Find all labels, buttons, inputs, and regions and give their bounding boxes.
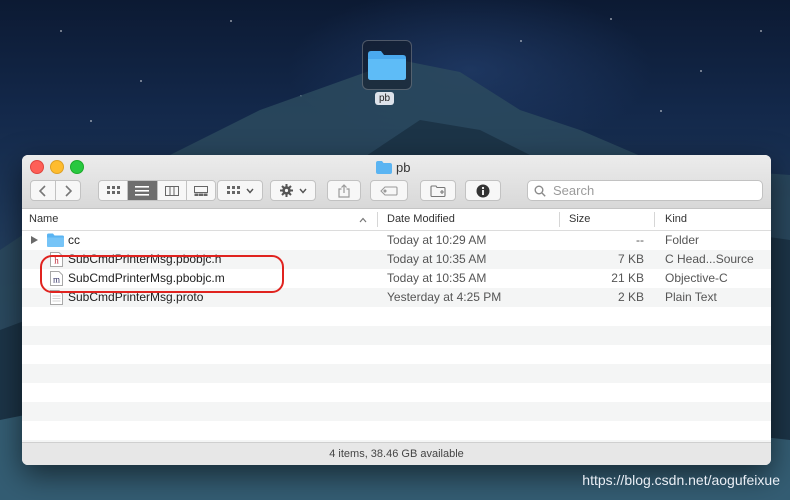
folder-icon	[362, 40, 412, 90]
new-folder-icon	[430, 184, 446, 197]
desktop-folder-pb[interactable]: pb	[361, 40, 413, 110]
grid-icon	[226, 186, 240, 194]
empty-row	[22, 421, 771, 440]
finder-window: pb Search Name Date Modified Size Kind c…	[22, 155, 771, 465]
file-kind: Folder	[665, 233, 700, 247]
new-folder-button[interactable]	[420, 180, 456, 201]
gallery-icon	[193, 185, 208, 196]
highlight-annotation	[40, 255, 284, 293]
folder-icon	[47, 233, 64, 247]
list-view-button[interactable]	[128, 181, 158, 200]
file-kind: Objective-C	[665, 271, 728, 285]
forward-button[interactable]	[55, 180, 81, 201]
column-header-date-modified[interactable]: Date Modified	[387, 209, 455, 230]
tag-button[interactable]	[370, 180, 408, 201]
empty-row	[22, 402, 771, 421]
empty-row	[22, 383, 771, 402]
titlebar: pb	[22, 155, 771, 209]
window-title-text: pb	[396, 159, 411, 175]
file-size: 2 KB	[617, 290, 644, 304]
chevron-up-icon	[359, 217, 367, 223]
column-view-button[interactable]	[157, 181, 187, 200]
file-row[interactable]: cc Today at 10:29 AM -- Folder	[22, 231, 771, 250]
get-info-button[interactable]	[465, 180, 501, 201]
empty-row	[22, 364, 771, 383]
column-header-kind[interactable]: Kind	[665, 209, 687, 230]
file-date-modified: Today at 10:35 AM	[387, 271, 487, 285]
window-title: pb	[376, 158, 410, 176]
gear-icon	[279, 184, 293, 197]
back-button[interactable]	[30, 180, 56, 201]
tag-icon	[380, 185, 398, 196]
chevron-down-icon	[245, 188, 254, 194]
file-date-modified: Today at 10:35 AM	[387, 252, 487, 266]
desktop-folder-label: pb	[375, 92, 395, 105]
status-bar: 4 items, 38.46 GB available	[22, 442, 771, 465]
share-button[interactable]	[327, 180, 361, 201]
disclosure-triangle-icon[interactable]	[31, 236, 38, 244]
file-size: 7 KB	[617, 252, 644, 266]
column-header-size[interactable]: Size	[569, 209, 590, 230]
column-headers: Name Date Modified Size Kind	[22, 209, 771, 231]
action-button[interactable]	[270, 180, 316, 201]
minimize-button[interactable]	[50, 160, 64, 174]
file-size: 21 KB	[611, 271, 644, 285]
gallery-view-button[interactable]	[186, 181, 215, 200]
empty-row	[22, 307, 771, 326]
chevron-right-icon	[65, 184, 72, 197]
chevron-left-icon	[39, 184, 46, 197]
info-icon	[476, 184, 490, 197]
file-name: cc	[68, 233, 80, 247]
zoom-button[interactable]	[70, 160, 84, 174]
search-input[interactable]	[551, 182, 755, 199]
folder-icon	[376, 160, 392, 174]
columns-icon	[164, 185, 179, 196]
grid-icon	[106, 186, 120, 194]
file-size: --	[636, 233, 644, 247]
file-kind: C Head...Source	[665, 252, 754, 266]
search-field[interactable]	[527, 180, 763, 201]
view-mode-selector	[98, 180, 216, 201]
file-kind: Plain Text	[665, 290, 717, 304]
close-button[interactable]	[30, 160, 44, 174]
watermark: https://blog.csdn.net/aogufeixue	[582, 472, 780, 488]
search-icon	[534, 185, 546, 197]
file-date-modified: Yesterday at 4:25 PM	[387, 290, 502, 304]
group-by-button[interactable]	[217, 180, 263, 201]
empty-row	[22, 326, 771, 345]
icon-view-button[interactable]	[99, 181, 129, 200]
file-date-modified: Today at 10:29 AM	[387, 233, 487, 247]
share-icon	[338, 183, 350, 198]
empty-row	[22, 345, 771, 364]
chevron-down-icon	[298, 188, 307, 194]
list-icon	[135, 185, 150, 196]
column-header-name[interactable]: Name	[29, 209, 369, 230]
